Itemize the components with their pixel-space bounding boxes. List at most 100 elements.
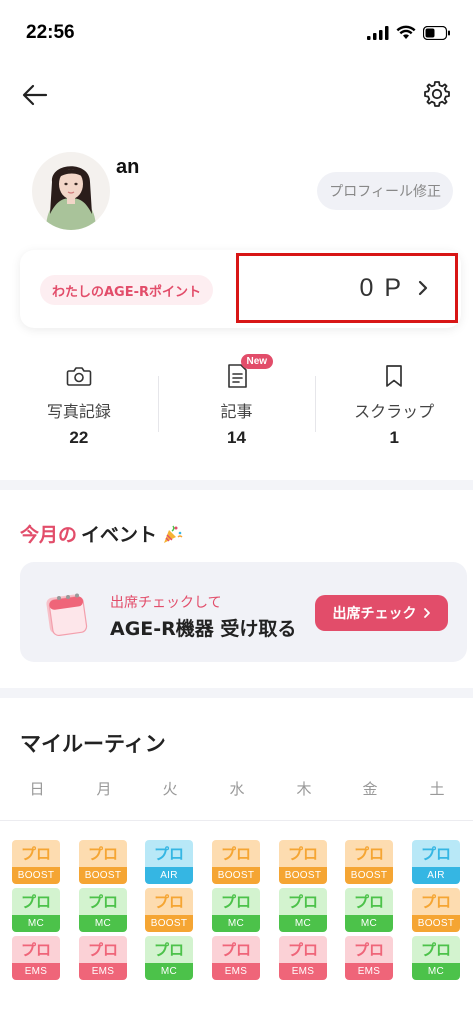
- status-time: 22:56: [26, 22, 75, 43]
- routine-chip-pro-label: プロ: [345, 888, 393, 915]
- routine-chip-pro-label: プロ: [412, 888, 460, 915]
- gear-icon: [424, 81, 450, 107]
- routine-chip-pro-label: プロ: [79, 888, 127, 915]
- weekday-tue: 火: [162, 780, 178, 798]
- attendance-check-button[interactable]: 出席チェック: [315, 595, 448, 631]
- event-card[interactable]: 出席チェックして AGE-R機器 受け取る 出席チェック: [20, 562, 467, 662]
- event-section-title: 今月の イベント: [20, 520, 183, 547]
- points-value: 0 P: [359, 273, 403, 302]
- routine-chip-pro-label: プロ: [79, 936, 127, 963]
- routine-chip-pro-label: プロ: [212, 888, 260, 915]
- routine-chip-mode-label: EMS: [12, 963, 60, 980]
- routine-chip-pro-label: プロ: [79, 840, 127, 867]
- routine-chip-pro-label: プロ: [279, 840, 327, 867]
- routine-chip-boost[interactable]: プロ BOOST: [12, 840, 60, 884]
- new-badge: New: [240, 354, 274, 369]
- back-button[interactable]: [18, 78, 52, 112]
- routine-chip-pro-label: プロ: [345, 936, 393, 963]
- settings-button[interactable]: [419, 76, 455, 112]
- routine-chip-pro-label: プロ: [145, 936, 193, 963]
- weekday-sat: 土: [429, 780, 445, 798]
- routine-chip-pro-label: プロ: [12, 888, 60, 915]
- routine-chip-mc[interactable]: プロ MC: [145, 936, 193, 980]
- routine-chip-pro-label: プロ: [145, 888, 193, 915]
- routine-chip-ems[interactable]: プロ EMS: [12, 936, 60, 980]
- section-divider: [0, 688, 473, 698]
- routine-chip-mode-label: AIR: [145, 867, 193, 884]
- weekday-sun: 日: [29, 780, 45, 798]
- routine-chip-mc[interactable]: プロ MC: [212, 888, 260, 932]
- stat-count: 22: [69, 428, 89, 447]
- points-value-button[interactable]: 0 P: [236, 253, 458, 323]
- routine-chip-pro-label: プロ: [12, 936, 60, 963]
- username: an: [116, 156, 140, 178]
- routine-chip-boost[interactable]: プロ BOOST: [279, 840, 327, 884]
- routine-chip-boost[interactable]: プロ BOOST: [145, 888, 193, 932]
- routine-chip-mode-label: BOOST: [79, 867, 127, 884]
- battery-icon: [423, 25, 450, 40]
- event-headline: AGE-R機器 受け取る: [110, 618, 297, 640]
- routine-chip-mode-label: MC: [145, 963, 193, 980]
- edit-profile-button[interactable]: プロフィール修正: [317, 172, 453, 210]
- event-title-text: イベント: [81, 524, 158, 546]
- routine-chip-boost[interactable]: プロ BOOST: [79, 840, 127, 884]
- weekday-header: 日 月 火 水 木 金 土: [0, 778, 473, 808]
- routine-chip-mode-label: EMS: [212, 963, 260, 980]
- section-divider: [0, 480, 473, 490]
- routine-chip-boost[interactable]: プロ BOOST: [345, 840, 393, 884]
- stat-count: 14: [227, 428, 246, 447]
- routine-chip-mode-label: EMS: [345, 963, 393, 980]
- routine-chip-pro-label: プロ: [212, 936, 260, 963]
- routine-chip-mc[interactable]: プロ MC: [79, 888, 127, 932]
- routine-chip-mode-label: EMS: [79, 963, 127, 980]
- event-title-accent: 今月の: [20, 524, 78, 546]
- calendar-icon: [46, 593, 88, 636]
- routine-chip-ems[interactable]: プロ EMS: [79, 936, 127, 980]
- party-popper-icon: [164, 525, 183, 543]
- routine-chip-ems[interactable]: プロ EMS: [279, 936, 327, 980]
- stat-label: スクラップ: [354, 402, 435, 421]
- profile-photo: [32, 152, 110, 230]
- routine-chip-pro-label: プロ: [145, 840, 193, 867]
- status-icons: [367, 25, 451, 40]
- routine-chip-mode-label: BOOST: [279, 867, 327, 884]
- routine-chip-mc[interactable]: プロ MC: [412, 936, 460, 980]
- wifi-icon: [396, 25, 416, 39]
- routine-chip-mode-label: MC: [212, 915, 260, 932]
- routine-chip-pro-label: プロ: [279, 888, 327, 915]
- routine-chip-air[interactable]: プロ AIR: [412, 840, 460, 884]
- weekday-wed: 水: [229, 780, 245, 798]
- routine-chip-mode-label: MC: [79, 915, 127, 932]
- routine-chip-mode-label: AIR: [412, 867, 460, 884]
- routine-chip-mode-label: MC: [345, 915, 393, 932]
- routine-chip-mc[interactable]: プロ MC: [12, 888, 60, 932]
- arrow-left-icon: [22, 84, 48, 106]
- routine-chip-mode-label: BOOST: [145, 915, 193, 932]
- routine-chip-air[interactable]: プロ AIR: [145, 840, 193, 884]
- stat-scrap[interactable]: スクラップ 1: [315, 356, 473, 452]
- stat-photo-records[interactable]: 写真記録 22: [0, 356, 158, 452]
- camera-icon: [66, 367, 92, 386]
- event-subtitle: 出席チェックして: [110, 595, 222, 611]
- signal-icon: [367, 25, 389, 40]
- routine-chip-mode-label: BOOST: [412, 915, 460, 932]
- routine-chip-pro-label: プロ: [279, 936, 327, 963]
- routine-chip-pro-label: プロ: [212, 840, 260, 867]
- routine-chip-boost[interactable]: プロ BOOST: [412, 888, 460, 932]
- routine-chip-pro-label: プロ: [412, 936, 460, 963]
- routine-chip-boost[interactable]: プロ BOOST: [212, 840, 260, 884]
- stat-articles[interactable]: New 記事 14: [157, 354, 316, 452]
- routine-chip-mode-label: MC: [412, 963, 460, 980]
- avatar[interactable]: [32, 152, 110, 230]
- status-bar: 22:56: [0, 0, 473, 64]
- routine-chip-ems[interactable]: プロ EMS: [345, 936, 393, 980]
- chevron-right-icon: [418, 280, 428, 296]
- routine-chip-mode-label: BOOST: [12, 867, 60, 884]
- routine-chip-pro-label: プロ: [345, 840, 393, 867]
- routine-chip-mode-label: EMS: [279, 963, 327, 980]
- weekday-thu: 木: [296, 780, 312, 798]
- routine-chip-pro-label: プロ: [412, 840, 460, 867]
- routine-chip-mc[interactable]: プロ MC: [345, 888, 393, 932]
- routine-chip-ems[interactable]: プロ EMS: [212, 936, 260, 980]
- routine-chip-mc[interactable]: プロ MC: [279, 888, 327, 932]
